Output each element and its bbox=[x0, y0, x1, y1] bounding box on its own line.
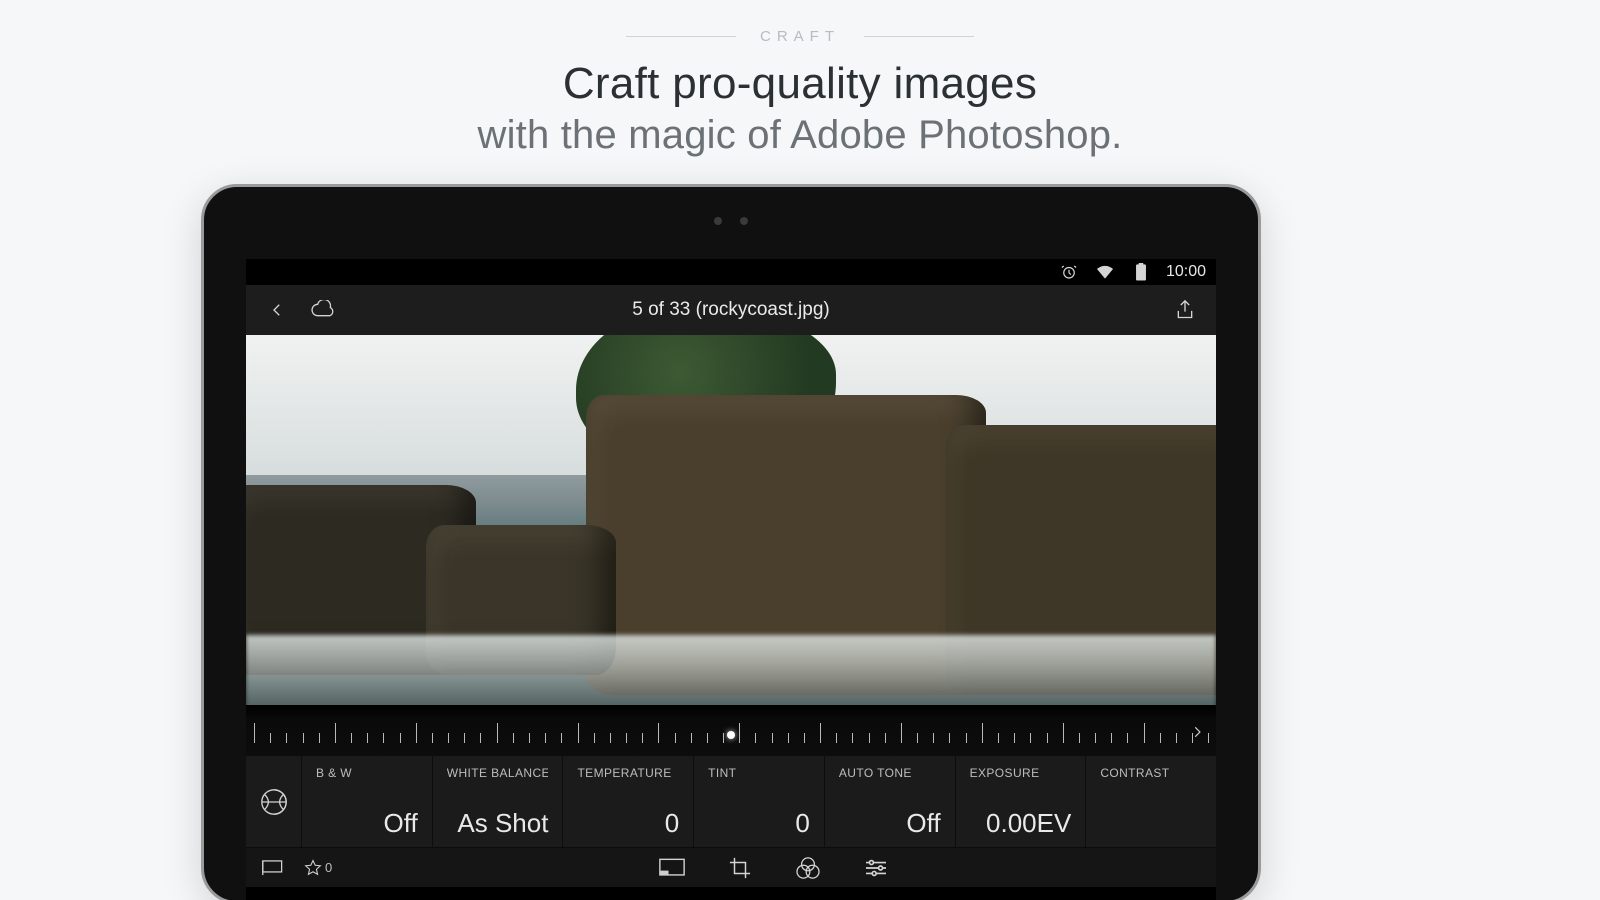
compare-view-button[interactable] bbox=[659, 855, 685, 881]
adjustment-tint[interactable]: TINT 0 bbox=[694, 756, 825, 847]
adjustment-ruler[interactable] bbox=[246, 705, 1216, 755]
rating-button[interactable]: 0 bbox=[304, 859, 332, 877]
bottom-toolbar: 0 bbox=[246, 847, 1216, 887]
battery-icon bbox=[1128, 259, 1154, 285]
wifi-icon bbox=[1092, 259, 1118, 285]
ruler-scroll-right-icon[interactable] bbox=[1184, 719, 1210, 745]
eyebrow-line-left bbox=[626, 36, 736, 37]
adjustment-auto-tone[interactable]: AUTO TONE Off bbox=[825, 756, 956, 847]
adjustment-label: TEMPERATURE bbox=[577, 766, 679, 780]
adjustment-label: TINT bbox=[708, 766, 810, 780]
app-top-bar: 5 of 33 (rockycoast.jpg) bbox=[246, 285, 1216, 335]
headline: Craft pro-quality images bbox=[0, 59, 1600, 109]
rating-count: 0 bbox=[325, 860, 332, 875]
hw-button-2 bbox=[464, 184, 534, 187]
adjustment-label: CONTRAST bbox=[1100, 766, 1202, 780]
adjustment-label: B & W bbox=[316, 766, 418, 780]
eyebrow-line-right bbox=[864, 36, 974, 37]
image-title: 5 of 33 (rockycoast.jpg) bbox=[246, 299, 1216, 321]
android-status-bar: 10:00 bbox=[246, 259, 1216, 285]
eyebrow-label: CRAFT bbox=[760, 28, 840, 45]
photo-canvas[interactable] bbox=[246, 335, 1216, 705]
basic-adjustments-icon[interactable] bbox=[246, 756, 302, 847]
adjustment-contrast[interactable]: CONTRAST bbox=[1086, 756, 1216, 847]
adjustment-label: EXPOSURE bbox=[970, 766, 1072, 780]
adjustment-value: 0 bbox=[577, 808, 679, 839]
back-button[interactable] bbox=[264, 297, 290, 323]
adjustment-white-balance[interactable]: WHITE BALANCE As Shot bbox=[433, 756, 564, 847]
ruler-center-indicator bbox=[727, 731, 735, 739]
marketing-header: CRAFT Craft pro-quality images with the … bbox=[0, 0, 1600, 158]
adjustment-b-w[interactable]: B & W Off bbox=[302, 756, 433, 847]
tablet-screen: 10:00 5 of 33 (rockycoast.jpg) bbox=[246, 259, 1216, 900]
adjustment-value: 0 bbox=[708, 808, 810, 839]
adjustment-value: Off bbox=[316, 808, 418, 839]
adjust-button[interactable] bbox=[863, 855, 889, 881]
adjustments-row: B & W Off WHITE BALANCE As Shot TEMPERATURE 0… bbox=[246, 755, 1216, 847]
status-time: 10:00 bbox=[1166, 263, 1206, 281]
alarm-icon bbox=[1056, 259, 1082, 285]
crop-button[interactable] bbox=[727, 855, 753, 881]
adjustment-temperature[interactable]: TEMPERATURE 0 bbox=[563, 756, 694, 847]
adjustment-value: As Shot bbox=[447, 808, 549, 839]
adjustment-label: AUTO TONE bbox=[839, 766, 941, 780]
tablet-device: 10:00 5 of 33 (rockycoast.jpg) bbox=[201, 184, 1261, 900]
adjustment-value: 0.00EV bbox=[970, 808, 1072, 839]
cloud-sync-icon[interactable] bbox=[310, 297, 336, 323]
tablet-camera bbox=[714, 217, 748, 225]
hw-button-1 bbox=[364, 184, 434, 187]
adjustment-label: WHITE BALANCE bbox=[447, 766, 549, 780]
adjustment-exposure[interactable]: EXPOSURE 0.00EV bbox=[956, 756, 1087, 847]
presets-button[interactable] bbox=[795, 855, 821, 881]
share-button[interactable] bbox=[1172, 297, 1198, 323]
adjustment-value: Off bbox=[839, 808, 941, 839]
subheadline: with the magic of Adobe Photoshop. bbox=[0, 113, 1600, 158]
flag-button[interactable] bbox=[260, 855, 286, 881]
